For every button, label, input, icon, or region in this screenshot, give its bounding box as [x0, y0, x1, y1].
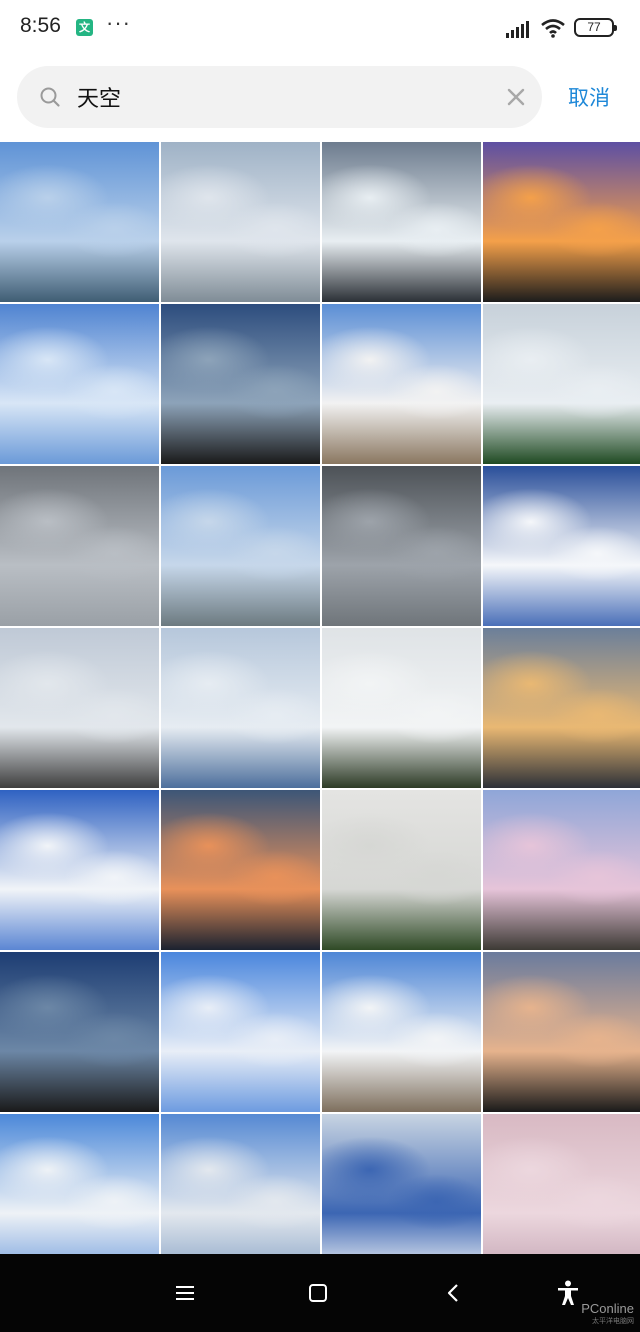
photo-grid [0, 142, 640, 1254]
photo-sunset-orange-clouds[interactable] [161, 790, 320, 950]
photo-blue-sky-clouds-2[interactable] [161, 952, 320, 1112]
watermark-text: PConline [581, 1301, 634, 1316]
photo-buildings-pink-sky[interactable] [483, 790, 640, 950]
home-icon[interactable] [301, 1276, 335, 1310]
photo-dusk-river-screenshot[interactable] [483, 952, 640, 1112]
photo-palm-tree[interactable] [483, 304, 640, 464]
photo-deep-blue-clouds[interactable] [0, 790, 159, 950]
wifi-icon [541, 19, 565, 38]
search-box[interactable] [17, 66, 542, 128]
watermark-subtext: 太平洋电脑网 [592, 1318, 634, 1325]
accessibility-icon[interactable] [551, 1276, 585, 1310]
navigation-bar: PConline 太平洋电脑网 [0, 1254, 640, 1332]
photo-sand-dune-card[interactable] [322, 1114, 481, 1254]
battery-icon: 77 [574, 18, 617, 37]
photo-bridge-clouds-2[interactable] [322, 952, 481, 1112]
photo-river-horizon[interactable] [161, 466, 320, 626]
photo-sunset-purple[interactable] [483, 142, 640, 302]
photo-sun-through-clouds[interactable] [322, 142, 481, 302]
search-icon [40, 87, 60, 107]
photo-blue-sky-clouds-3[interactable] [0, 1114, 159, 1254]
photo-dark-river-screenshot-2[interactable] [0, 952, 159, 1112]
more-notifications-icon: ··· [106, 10, 131, 35]
photo-cumulus-dark-blue[interactable] [483, 466, 640, 626]
status-time: 8:56 [20, 14, 61, 37]
cancel-button[interactable]: 取消 [568, 82, 610, 112]
photo-blue-sky-white-clouds[interactable] [0, 304, 159, 464]
signal-icon [506, 21, 529, 38]
photo-bridge-blue-sky[interactable] [322, 304, 481, 464]
pconline-watermark: PConline 太平洋电脑网 [581, 1302, 634, 1328]
photo-white-sky-trees[interactable] [322, 790, 481, 950]
back-icon[interactable] [436, 1276, 470, 1310]
search-input[interactable] [77, 79, 477, 115]
photo-tree-building-sky[interactable] [322, 628, 481, 788]
photo-grey-clouds[interactable] [161, 142, 320, 302]
photo-road-clouds[interactable] [0, 628, 159, 788]
tencent-news-icon: 文 [76, 19, 93, 36]
photo-storm-clouds-river[interactable] [322, 466, 481, 626]
clear-icon[interactable] [505, 86, 527, 108]
photo-overcast[interactable] [0, 466, 159, 626]
status-bar: 8:56 文 ··· 77 [0, 0, 640, 58]
photo-dark-river-screenshot[interactable] [161, 304, 320, 464]
photo-pink-clouds[interactable] [483, 1114, 640, 1254]
menu-icon[interactable] [168, 1276, 202, 1310]
photo-sky-city-blue[interactable] [0, 142, 159, 302]
photo-wispy-clouds[interactable] [161, 628, 320, 788]
photo-golden-river-evening[interactable] [483, 628, 640, 788]
search-header: 取消 [0, 58, 640, 142]
photo-clouds-large[interactable] [161, 1114, 320, 1254]
